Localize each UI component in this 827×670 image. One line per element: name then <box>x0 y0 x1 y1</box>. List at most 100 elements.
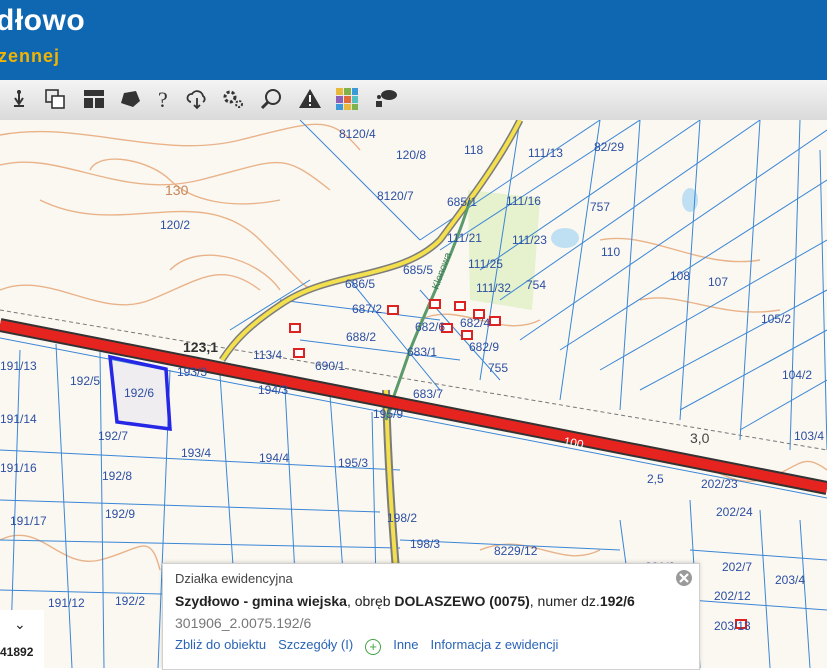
parcel-label: 107 <box>708 275 728 289</box>
popup-type-label: Działka ewidencyjna <box>175 571 293 586</box>
chevron-down-icon[interactable]: ⌄ <box>14 616 26 633</box>
parcel-label: 193/4 <box>181 446 211 460</box>
parcel-label: 195/9 <box>373 407 403 421</box>
popup-precinct-prefix: , obręb <box>346 593 395 609</box>
contour-label: 130 <box>165 182 189 198</box>
parcel-label: 194/4 <box>259 451 289 465</box>
settings-icon[interactable] <box>219 85 247 113</box>
parcel-label: 682/4 <box>460 316 490 330</box>
popup-parcel-id: 301906_2.0075.192/6 <box>175 615 312 631</box>
parcel-label: 192/8 <box>102 469 132 483</box>
parcel-label: 108 <box>670 269 690 283</box>
copy-layers-icon[interactable] <box>41 85 69 113</box>
app-subtitle: zennej <box>0 46 61 66</box>
parcel-label: 685/5 <box>403 263 433 277</box>
popup-links: Zbliż do obiektu Szczegóły (I) + Inne Inform… <box>175 637 570 655</box>
parcel-label: 198/3 <box>410 537 440 551</box>
svg-text:?: ? <box>158 87 168 111</box>
parcel-label: 754 <box>526 278 546 292</box>
parcel-label: 111/23 <box>512 233 547 247</box>
warning-icon[interactable] <box>296 85 324 113</box>
parcel-label: 113/4 <box>253 348 282 362</box>
popup-number-prefix: , numer dz. <box>529 593 600 609</box>
parcel-label: 191/14 <box>0 412 37 426</box>
zoom-to-object-link[interactable]: Zbliż do obiektu <box>175 637 266 652</box>
comment-icon[interactable] <box>372 85 400 113</box>
parcel-label: 192/7 <box>98 429 128 443</box>
popup-description: Szydłowo - gmina wiejska, obręb DOLASZEW… <box>175 593 635 609</box>
parcel-label: 682/6 <box>415 320 445 334</box>
popup-number: 192/6 <box>599 593 635 609</box>
parcel-label: 683/1 <box>407 345 437 359</box>
close-icon[interactable] <box>675 569 693 587</box>
parcel-label: 82/29 <box>594 140 624 154</box>
coordinate-box: ⌄ 41892 <box>0 610 44 668</box>
parcel-label: 192/5 <box>70 374 100 388</box>
parcel-label: 202/7 <box>722 560 752 574</box>
parcel-label: 191/16 <box>0 461 37 475</box>
parcel-label: 686/5 <box>345 277 375 291</box>
parcel-label: 193/3 <box>177 365 207 379</box>
parcel-label: 120/2 <box>160 218 190 232</box>
parcel-label: 8120/7 <box>377 189 414 203</box>
details-link[interactable]: Szczegóły (I) <box>278 637 353 652</box>
parcel-label: 757 <box>590 200 610 214</box>
parcel-label: 690/1 <box>315 359 345 373</box>
parcel-label: 2,5 <box>647 472 664 486</box>
parcel-label: 111/13 <box>528 146 563 160</box>
other-link[interactable]: Inne <box>393 637 418 652</box>
popup-municipality: Szydłowo - gmina wiejska <box>175 593 347 609</box>
cloud-download-icon[interactable] <box>183 85 211 113</box>
app-title: dłowo <box>0 4 86 37</box>
parcel-label: 110 <box>601 245 620 259</box>
map-toolbar: ? <box>0 80 827 121</box>
parcel-label: 111/21 <box>447 231 482 245</box>
layout-icon[interactable] <box>80 85 108 113</box>
hand-icon[interactable] <box>5 85 33 113</box>
parcel-label: 191/12 <box>48 596 85 610</box>
parcel-label: 8229/12 <box>494 544 538 558</box>
registry-info-link[interactable]: Informacja z ewidencji <box>431 637 559 652</box>
parcel-label: 195/3 <box>338 456 368 470</box>
contour-label: 3,0 <box>690 430 710 446</box>
parcel-label: 191/17 <box>10 514 47 528</box>
parcel-label: 682/9 <box>469 340 499 354</box>
parcel-label: 685/1 <box>447 195 477 209</box>
parcel-label: 111/32 <box>476 281 511 295</box>
parcel-label: 192/9 <box>105 507 135 521</box>
parcel-label: 103/4 <box>794 429 824 443</box>
parcel-label: 111/25 <box>468 257 503 271</box>
parcel-label: 192/2 <box>115 594 145 608</box>
parcel-label: 687/2 <box>352 302 382 316</box>
parcel-label: 104/2 <box>782 368 812 382</box>
zoom-search-icon[interactable] <box>257 85 285 113</box>
parcel-label: 8120/4 <box>339 127 376 141</box>
parcel-label: 202/12 <box>714 589 751 603</box>
parcel-label: 111/16 <box>506 194 541 208</box>
parcel-label: 120/8 <box>396 148 426 162</box>
parcel-label: 192/6 <box>124 386 154 400</box>
parcel-label: 194/3 <box>258 383 288 397</box>
road-number-label: 100 <box>562 434 585 452</box>
parcel-label: 688/2 <box>346 330 376 344</box>
parcel-label: 203/4 <box>775 573 805 587</box>
shape-icon[interactable] <box>116 85 144 113</box>
help-icon[interactable]: ? <box>150 85 178 113</box>
street-name-label: Klonowa <box>430 251 454 291</box>
parcel-label: 198/2 <box>387 511 417 525</box>
app-header: dłowo zennej <box>0 0 827 80</box>
plus-icon[interactable]: + <box>365 639 382 655</box>
parcel-label: 202/24 <box>716 505 753 519</box>
parcel-label: 755 <box>488 361 508 375</box>
pond <box>551 228 579 248</box>
popup-precinct: DOLASZEWO (0075) <box>394 593 530 609</box>
color-grid-icon[interactable] <box>333 85 361 113</box>
coordinate-readout: 41892 <box>0 645 34 659</box>
parcel-label: 202/23 <box>701 477 738 491</box>
parcel-label: 191/13 <box>0 359 37 373</box>
parcel-info-popup: Działka ewidencyjna Szydłowo - gmina wie… <box>162 563 700 670</box>
parcel-label: 203/13 <box>714 619 751 633</box>
parcel-label: 118 <box>464 143 483 157</box>
parcel-label: 683/7 <box>413 387 443 401</box>
contour-label: 123,1 <box>183 339 218 355</box>
